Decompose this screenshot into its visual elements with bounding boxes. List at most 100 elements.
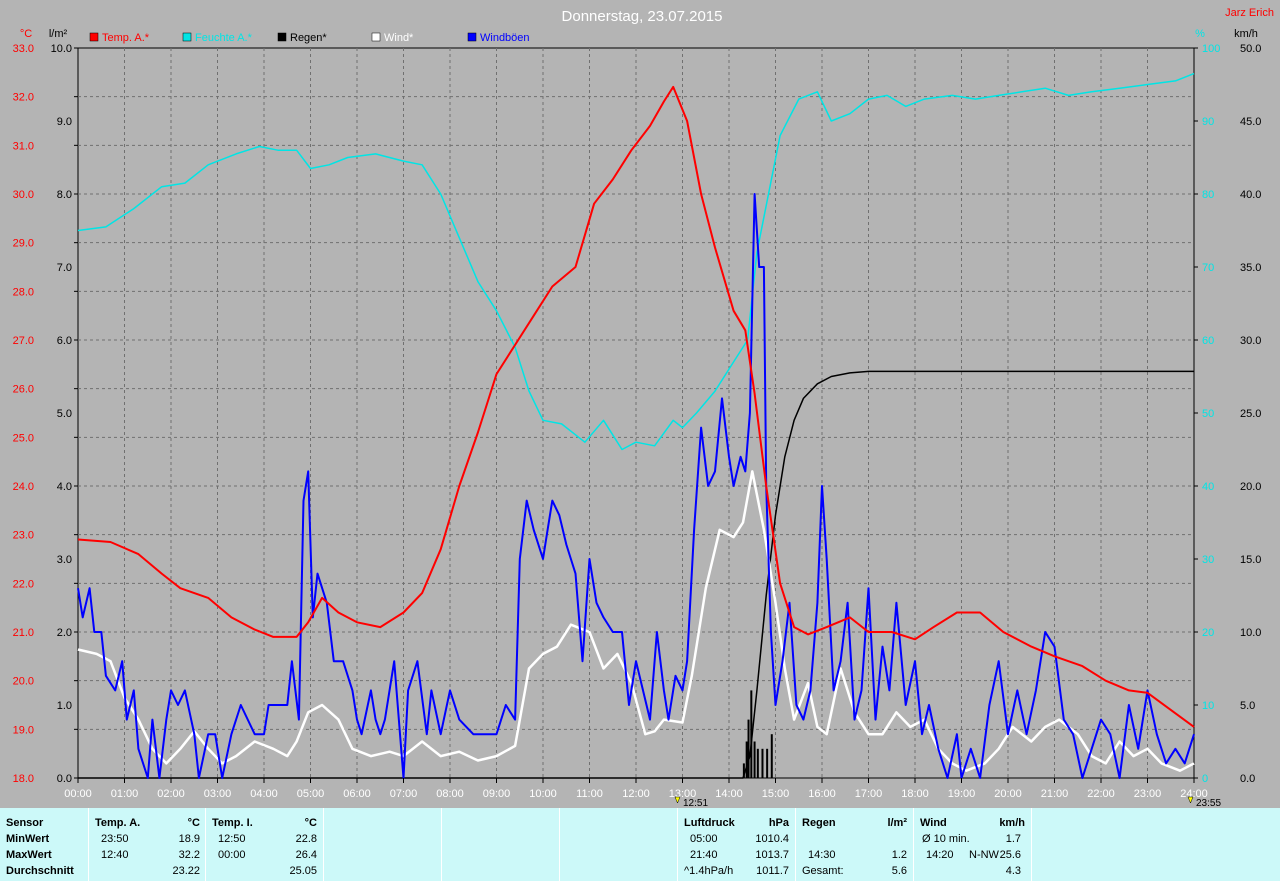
- x-tick-label: 23:00: [1134, 788, 1162, 800]
- x-tick-label: 04:00: [250, 788, 278, 800]
- rain-bar: [766, 748, 769, 778]
- wind-avg10: 1.7: [1005, 833, 1021, 845]
- chart-title: Donnerstag, 23.07.2015: [562, 8, 723, 25]
- pressure-header: Luftdruck: [684, 817, 735, 829]
- weather-chart: 00:00 01:00 02:00 03:00 04:00 05:00 06:00 07:00…: [0, 0, 1280, 809]
- x-tick-label: 16:00: [808, 788, 836, 800]
- legend-label: Windböen: [480, 32, 530, 44]
- rain-total-label: Gesamt:: [802, 865, 844, 877]
- wind-tick-label: 15.0: [1240, 554, 1261, 566]
- row-label-min: MinWert: [6, 833, 50, 845]
- x-tick-label: 03:00: [204, 788, 232, 800]
- x-tick-label: 08:00: [436, 788, 464, 800]
- rain-bar: [761, 748, 764, 778]
- rain-bar: [747, 719, 750, 778]
- wind-tick-label: 10.0: [1240, 627, 1261, 639]
- legend-swatch: [467, 32, 477, 42]
- wind-tick-label: 50.0: [1240, 43, 1261, 55]
- rain-header: Regen: [802, 817, 836, 829]
- humidity-tick-label: 90: [1202, 116, 1214, 128]
- row-label-avg: Durchschnitt: [6, 865, 74, 877]
- pressure-unit: hPa: [768, 817, 789, 829]
- humidity-tick-label: 0: [1202, 773, 1208, 785]
- temp-a-min: 18.9: [178, 833, 200, 845]
- marker-right-label: 23:55: [1196, 798, 1221, 808]
- x-tick-label: 05:00: [297, 788, 325, 800]
- x-tick-label: 11:00: [576, 788, 603, 800]
- rain-total: 5.6: [891, 865, 907, 877]
- humidity-tick-label: 70: [1202, 262, 1214, 274]
- x-tick-label: 09:00: [483, 788, 511, 800]
- humidity-tick-label: 80: [1202, 189, 1214, 201]
- humidity-tick-label: 60: [1202, 335, 1214, 347]
- x-tick-label: 17:00: [855, 788, 883, 800]
- temp-tick-label: 33.0: [13, 43, 34, 55]
- rain-tick-label: 10.0: [51, 43, 72, 55]
- weather-chart-window: 00:00 01:00 02:00 03:00 04:00 05:00 06:00 07:00…: [0, 0, 1280, 881]
- rain-tick-label: 0.0: [57, 773, 72, 785]
- rain-unit: l/m²: [887, 817, 907, 829]
- rain-tick-label: 4.0: [57, 481, 72, 493]
- x-tick-label: 10:00: [529, 788, 557, 800]
- summary-panel: Sensor MinWert MaxWert Durchschnitt Temp…: [0, 808, 1280, 881]
- rain-bar: [770, 734, 773, 778]
- legend-label: Regen*: [290, 32, 327, 44]
- temp-tick-label: 23.0: [13, 530, 34, 542]
- rain-tick-label: 8.0: [57, 189, 72, 201]
- temp-a-min-time: 23:50: [101, 833, 129, 845]
- legend-swatch: [182, 32, 192, 42]
- legend-swatch: [89, 32, 99, 42]
- temp-tick-label: 27.0: [13, 335, 34, 347]
- humidity-tick-label: 50: [1202, 408, 1214, 420]
- humidity-tick-label: 20: [1202, 627, 1214, 639]
- wind-header: Wind: [920, 817, 947, 829]
- temp-tick-label: 29.0: [13, 238, 34, 250]
- row-label-sensor: Sensor: [6, 817, 44, 829]
- wind-tick-label: 20.0: [1240, 481, 1261, 493]
- wind-tick-label: 0.0: [1240, 773, 1255, 785]
- rain-bar: [753, 741, 756, 778]
- wind-tick-label: 5.0: [1240, 700, 1255, 712]
- temp-tick-label: 20.0: [13, 676, 34, 688]
- wind-tick-label: 45.0: [1240, 116, 1261, 128]
- x-tick-label: 21:00: [1041, 788, 1069, 800]
- temp-a-avg: 23.22: [172, 865, 200, 877]
- rain-axis-unit: l/m²: [49, 28, 68, 40]
- pressure-max-time: 21:40: [690, 849, 718, 861]
- wind-unit: km/h: [999, 817, 1025, 829]
- temp-i-unit: °C: [304, 817, 317, 829]
- temp-tick-label: 30.0: [13, 189, 34, 201]
- temp-a-max-time: 12:40: [101, 849, 129, 861]
- humidity-tick-label: 100: [1202, 43, 1220, 55]
- x-tick-label: 07:00: [390, 788, 418, 800]
- pressure-max: 1013.7: [755, 849, 789, 861]
- temp-axis-unit: °C: [20, 28, 32, 40]
- row-label-max: MaxWert: [6, 849, 52, 861]
- temp-i-header: Temp. I.: [212, 817, 253, 829]
- x-tick-label: 02:00: [157, 788, 185, 800]
- rain-bar: [745, 741, 748, 778]
- author-label: Jarz Erich: [1225, 7, 1274, 19]
- x-tick-label: 12:00: [622, 788, 650, 800]
- temp-a-unit: °C: [187, 817, 200, 829]
- temp-tick-label: 26.0: [13, 384, 34, 396]
- humidity-tick-label: 30: [1202, 554, 1214, 566]
- x-tick-label: 20:00: [994, 788, 1022, 800]
- legend-label: Temp. A.*: [102, 32, 150, 44]
- rain-max: 1.2: [891, 849, 907, 861]
- temp-a-max: 32.2: [178, 849, 200, 861]
- rain-tick-label: 9.0: [57, 116, 72, 128]
- temp-tick-label: 21.0: [13, 627, 34, 639]
- rain-bar: [756, 748, 759, 778]
- temp-tick-label: 25.0: [13, 432, 34, 444]
- humidity-axis-unit: %: [1195, 28, 1205, 40]
- x-tick-label: 14:00: [715, 788, 743, 800]
- temp-tick-label: 24.0: [13, 481, 34, 493]
- wind-tick-label: 35.0: [1240, 262, 1261, 274]
- temp-a-header: Temp. A.: [95, 817, 141, 829]
- temp-tick-label: 28.0: [13, 286, 34, 298]
- marker-left-label: 12:51: [683, 798, 708, 808]
- x-tick-label: 18:00: [901, 788, 929, 800]
- pressure-min: 1010.4: [755, 833, 789, 845]
- wind-tick-label: 40.0: [1240, 189, 1261, 201]
